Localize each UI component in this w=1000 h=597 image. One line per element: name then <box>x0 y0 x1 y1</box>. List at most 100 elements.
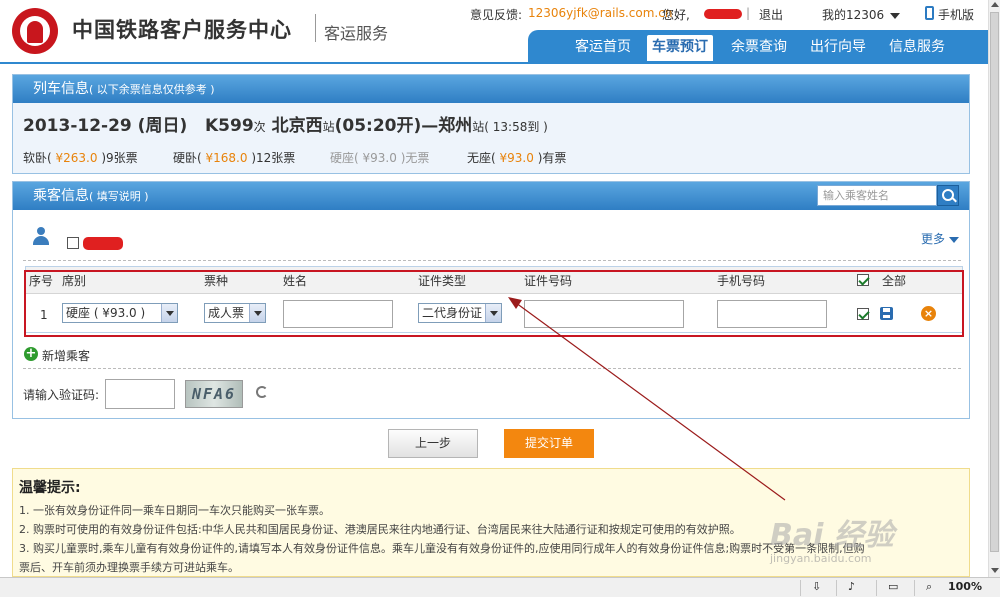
baidu-watermark: Bai 经验 <box>770 518 894 553</box>
compat-view-icon[interactable]: ▭ <box>888 580 898 593</box>
scroll-down-icon[interactable] <box>991 568 999 573</box>
tip-item: 票后、开车前须办理换票手续方可进站乘车。 <box>19 561 239 574</box>
vertical-scrollbar[interactable] <box>988 0 1000 577</box>
to-station-suffix: 站 <box>472 120 485 134</box>
main-nav: 客运首页 车票预订 余票查询 出行向导 信息服务 <box>528 30 988 62</box>
seat-hard-sleeper: 硬卧( ¥168.0 )12张票 <box>173 151 296 165</box>
highlight-frame <box>24 270 964 337</box>
tips-title: 温馨提示: <box>19 480 81 496</box>
zoom-icon[interactable]: ⌕ <box>926 580 932 594</box>
tip-item: 1. 一张有效身份证件同一乘车日期同一车次只能购买一张车票。 <box>19 504 330 517</box>
seat-avail: 12张票 <box>256 151 296 165</box>
feedback-label: 意见反馈: <box>470 8 523 22</box>
seat-price: ¥168.0 <box>205 151 248 165</box>
seat-avail: 有票 <box>542 151 567 165</box>
nav-remaining-tickets[interactable]: 余票查询 <box>726 35 792 61</box>
seat-no-seat: 无座( ¥93.0 )有票 <box>467 151 567 165</box>
route-dash: — <box>421 116 439 136</box>
nav-home[interactable]: 客运首页 <box>570 35 636 61</box>
header: 中国铁路客户服务中心 客运服务 意见反馈: 12306yjfk@rails.co… <box>0 0 988 62</box>
more-passengers-link[interactable]: 更多 <box>921 230 960 247</box>
to-station: 郑州 <box>438 116 473 136</box>
from-station: 北京西 <box>271 116 323 136</box>
seat-hard-seat: 硬座( ¥93.0 )无票 <box>330 151 430 165</box>
my12306-menu[interactable]: 我的12306 <box>822 6 901 23</box>
seat-price: ¥93.0 <box>362 151 397 165</box>
passenger-info-title: 乘客信息 <box>33 188 89 204</box>
site-title: 中国铁路客户服务中心 <box>72 18 292 42</box>
status-separator <box>800 580 801 596</box>
nav-info-service[interactable]: 信息服务 <box>884 35 950 61</box>
depart-time: (05:20开) <box>334 116 422 136</box>
volume-icon[interactable]: ♪ <box>848 580 855 593</box>
add-icon[interactable]: + <box>24 347 38 361</box>
status-separator <box>836 580 837 596</box>
captcha-label: 请输入验证码: <box>23 388 100 402</box>
railway-logo-icon[interactable] <box>12 8 58 54</box>
zoom-level[interactable]: 100% <box>948 580 982 593</box>
passenger-info-note[interactable]: ( 填写说明 ) <box>89 190 149 203</box>
seat-avail: 无票 <box>405 151 430 165</box>
mobile-phone-icon[interactable] <box>925 6 934 20</box>
travel-date: 2013-12-29 <box>23 116 132 136</box>
more-label: 更多 <box>921 232 946 246</box>
seat-avail: 9张票 <box>106 151 138 165</box>
baidu-watermark-url: jingyan.baidu.com <box>770 552 872 565</box>
greeting: 您好, <box>662 8 690 22</box>
person-icon <box>33 227 49 245</box>
captcha-image[interactable]: NFA6 <box>185 380 243 408</box>
title-divider <box>315 14 316 42</box>
search-icon[interactable] <box>937 185 959 206</box>
train-info-panel: 列车信息( 以下余票信息仅供参考 ) 2013-12-29 (周日) K599次… <box>12 74 970 174</box>
nav-ticket-booking[interactable]: 车票预订 <box>647 35 713 61</box>
mobile-version-link[interactable]: 手机版 <box>938 6 974 23</box>
passenger-search-input[interactable]: 输入乘客姓名 <box>817 185 937 206</box>
browser-status-bar: ⇩ ♪ ▭ ⌕ 100% <box>0 577 1000 597</box>
tip-item: 2. 购票时可使用的有效身份证件包括:中华人民共和国居民身份证、港澳居民来往内地… <box>19 523 741 536</box>
train-info-title: 列车信息 <box>33 81 89 97</box>
my12306-label: 我的12306 <box>822 8 885 22</box>
seat-name: 硬卧 <box>173 151 198 165</box>
site-subtitle: 客运服务 <box>324 24 389 43</box>
dashed-divider <box>23 368 961 369</box>
logout-link[interactable]: 退出 <box>759 6 783 23</box>
captcha-input[interactable] <box>105 379 175 409</box>
train-number: K599 <box>204 116 254 136</box>
header-divider <box>0 62 988 64</box>
add-passenger-link[interactable]: 新增乘客 <box>42 347 90 364</box>
refresh-icon[interactable] <box>256 386 268 398</box>
nav-travel-guide[interactable]: 出行向导 <box>805 35 871 61</box>
scroll-up-icon[interactable] <box>991 2 999 7</box>
top-links: 意见反馈: 12306yjfk@rails.com.cn 您好, | 退出 我的… <box>470 6 990 24</box>
feedback-email-link[interactable]: 12306yjfk@rails.com.cn <box>528 6 672 20</box>
from-station-suffix: 站 <box>322 120 335 134</box>
submit-order-button[interactable]: 提交订单 <box>504 429 594 458</box>
train-info-body: 2013-12-29 (周日) K599次 北京西站(05:20开)—郑州站( … <box>13 103 969 173</box>
train-suffix: 次 <box>253 120 266 134</box>
dashed-divider <box>23 260 961 261</box>
link-separator: | <box>746 6 751 20</box>
saved-passenger-checkbox[interactable] <box>67 237 79 249</box>
chevron-down-icon <box>890 12 901 19</box>
seat-name: 无座 <box>467 151 492 165</box>
username-redacted <box>704 9 742 19</box>
train-summary: 2013-12-29 (周日) K599次 北京西站(05:20开)—郑州站( … <box>23 111 548 136</box>
status-separator <box>914 580 915 596</box>
saved-passenger-name-redacted <box>83 237 123 250</box>
status-separator <box>876 580 877 596</box>
passenger-info-header: 乘客信息( 填写说明 ) 输入乘客姓名 <box>13 182 969 210</box>
seat-price: ¥93.0 <box>499 151 534 165</box>
seat-price: ¥263.0 <box>55 151 98 165</box>
train-info-header: 列车信息( 以下余票信息仅供参考 ) <box>13 75 969 103</box>
seat-soft-sleeper: 软卧( ¥263.0 )9张票 <box>23 151 138 165</box>
chevron-down-icon <box>949 236 960 243</box>
seat-name: 软卧 <box>23 151 48 165</box>
tip-item: 3. 购买儿童票时,乘车儿童有有效身份证件的,请填写本人有效身份证件信息。乘车儿… <box>19 542 865 555</box>
prev-step-button[interactable]: 上一步 <box>388 429 478 458</box>
travel-weekday: (周日) <box>137 116 188 136</box>
download-icon[interactable]: ⇩ <box>812 580 821 593</box>
seat-name: 硬座 <box>330 151 355 165</box>
arrive-time: ( 13:58到 ) <box>484 120 548 134</box>
train-info-note: ( 以下余票信息仅供参考 ) <box>89 83 215 96</box>
scroll-thumb[interactable] <box>990 12 999 552</box>
